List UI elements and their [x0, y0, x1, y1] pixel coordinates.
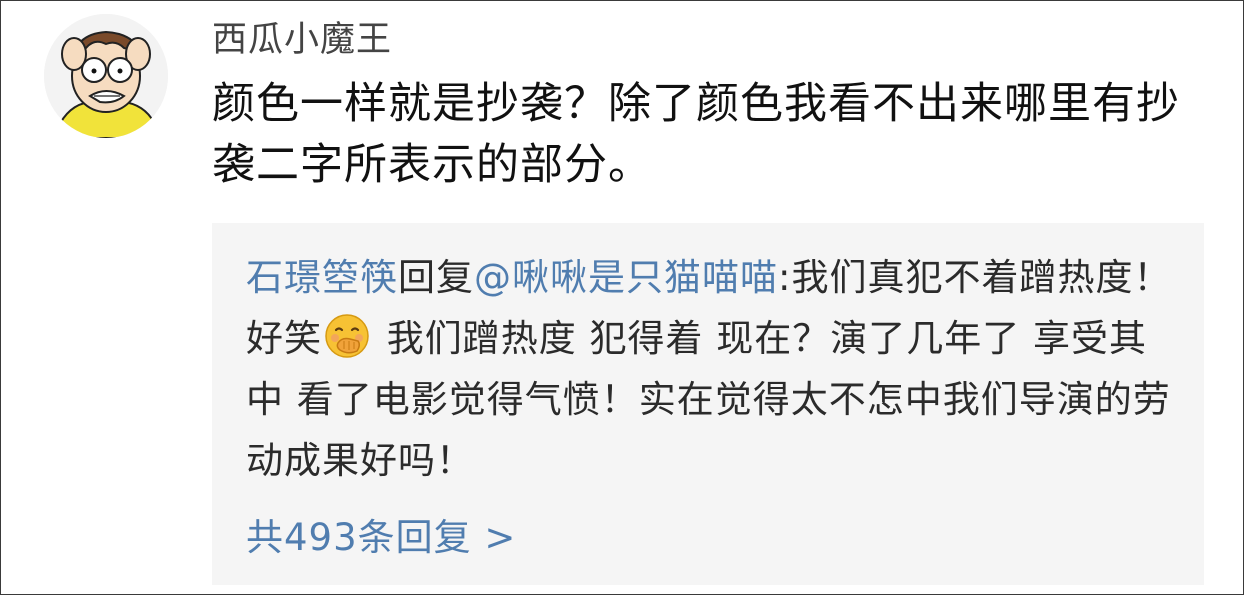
comment-text: 颜色一样就是抄袭？除了颜色我看不出来哪里有抄袭二字所表示的部分。	[212, 79, 1180, 190]
reply-author-link[interactable]: 石璟箜筷	[246, 256, 398, 299]
avatar[interactable]	[44, 14, 168, 138]
cartoon-avatar-icon	[44, 14, 168, 138]
reply-content: 石璟箜筷回复@啾啾是只猫喵喵:我们真犯不着蹭热度！好笑 我们蹭热度 犯得着 现在…	[246, 247, 1176, 491]
hand-over-mouth-emoji-icon	[325, 314, 369, 358]
mention-link[interactable]: @啾啾是只猫喵喵	[474, 256, 778, 299]
reply-text-part2: 我们蹭热度 犯得着 现在？演了几年了 享受其中 看了电影觉得气愤！实在觉得太不怎…	[246, 317, 1171, 482]
comment-card: 西瓜小魔王 颜色一样就是抄袭？除了颜色我看不出来哪里有抄袭二字所表示的部分。 石…	[0, 0, 1244, 595]
reply-action-text: 回复	[398, 256, 474, 299]
username[interactable]: 西瓜小魔王	[212, 17, 392, 63]
reply-box: 石璟箜筷回复@啾啾是只猫喵喵:我们真犯不着蹭热度！好笑 我们蹭热度 犯得着 现在…	[212, 223, 1204, 585]
view-replies-link[interactable]: 共493条回复 >	[246, 513, 516, 563]
